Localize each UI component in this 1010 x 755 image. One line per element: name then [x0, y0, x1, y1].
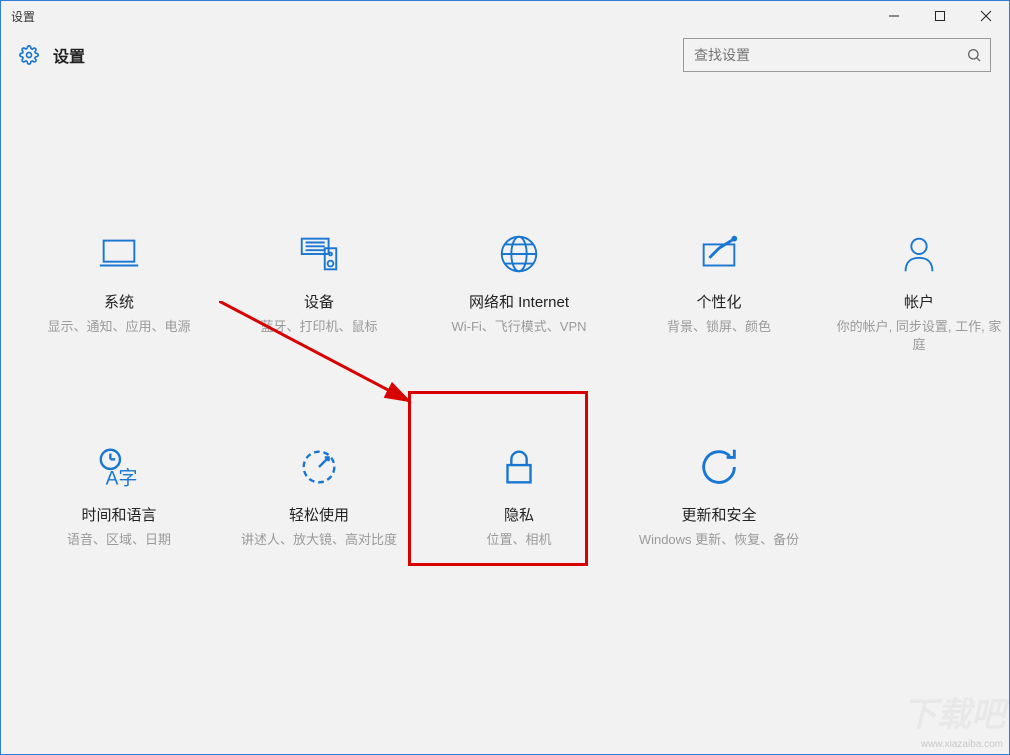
minimize-button[interactable] — [871, 1, 917, 31]
tile-desc: 你的帐户, 同步设置, 工作, 家庭 — [834, 318, 1004, 354]
tile-title: 时间和语言 — [81, 504, 156, 525]
ease-of-access-icon — [296, 444, 342, 490]
tile-desc: 显示、通知、应用、电源 — [47, 318, 190, 336]
maximize-button[interactable] — [917, 1, 963, 31]
tile-title: 网络和 Internet — [469, 291, 569, 312]
close-button[interactable] — [963, 1, 1009, 31]
tile-desc: 语音、区域、日期 — [67, 531, 171, 549]
settings-window: 设置 设置 — [0, 0, 1010, 755]
titlebar: 设置 — [1, 1, 1009, 31]
watermark-logo: 下载吧 — [903, 687, 1005, 736]
svg-text:A字: A字 — [106, 468, 138, 490]
close-icon — [980, 10, 992, 22]
tile-desc: Windows 更新、恢复、备份 — [639, 531, 799, 549]
header: 设置 — [1, 31, 1009, 79]
devices-icon — [296, 231, 342, 277]
search-input[interactable] — [692, 46, 966, 64]
globe-icon — [496, 231, 542, 277]
minimize-icon — [888, 10, 900, 22]
update-icon — [696, 444, 742, 490]
person-icon — [896, 231, 942, 277]
header-left: 设置 — [19, 43, 85, 67]
search-icon — [966, 47, 982, 63]
tile-desc: 蓝牙、打印机、鼠标 — [260, 318, 377, 336]
tile-desc: Wi-Fi、飞行模式、VPN — [451, 318, 586, 336]
laptop-icon — [96, 231, 142, 277]
paintbrush-icon — [696, 231, 742, 277]
page-title: 设置 — [53, 43, 85, 67]
tile-title: 设备 — [304, 291, 334, 312]
window-controls — [871, 1, 1009, 31]
tile-desc: 讲述人、放大镜、高对比度 — [241, 531, 397, 549]
time-language-icon: A字 — [96, 444, 142, 490]
tile-devices[interactable]: 设备 蓝牙、打印机、鼠标 — [219, 231, 419, 354]
titlebar-text: 设置 — [1, 8, 35, 25]
annotation-highlight — [408, 391, 588, 566]
tile-title: 帐户 — [904, 291, 934, 312]
tile-accounts[interactable]: 帐户 你的帐户, 同步设置, 工作, 家庭 — [819, 231, 1010, 354]
maximize-icon — [934, 10, 946, 22]
tile-personalization[interactable]: 个性化 背景、锁屏、颜色 — [619, 231, 819, 354]
gear-icon — [19, 45, 39, 65]
tile-title: 更新和安全 — [681, 504, 756, 525]
tile-title: 个性化 — [696, 291, 741, 312]
tile-network[interactable]: 网络和 Internet Wi-Fi、飞行模式、VPN — [419, 231, 619, 354]
tile-title: 系统 — [104, 291, 134, 312]
tile-system[interactable]: 系统 显示、通知、应用、电源 — [19, 231, 219, 354]
tile-title: 轻松使用 — [289, 504, 349, 525]
tile-update-security[interactable]: 更新和安全 Windows 更新、恢复、备份 — [619, 444, 819, 549]
tile-ease-of-access[interactable]: 轻松使用 讲述人、放大镜、高对比度 — [219, 444, 419, 549]
tile-time-language[interactable]: A字 时间和语言 语音、区域、日期 — [19, 444, 219, 549]
watermark-url: www.xiazaiba.com — [921, 739, 1003, 750]
tile-desc: 背景、锁屏、颜色 — [667, 318, 771, 336]
search-box[interactable] — [683, 38, 991, 72]
